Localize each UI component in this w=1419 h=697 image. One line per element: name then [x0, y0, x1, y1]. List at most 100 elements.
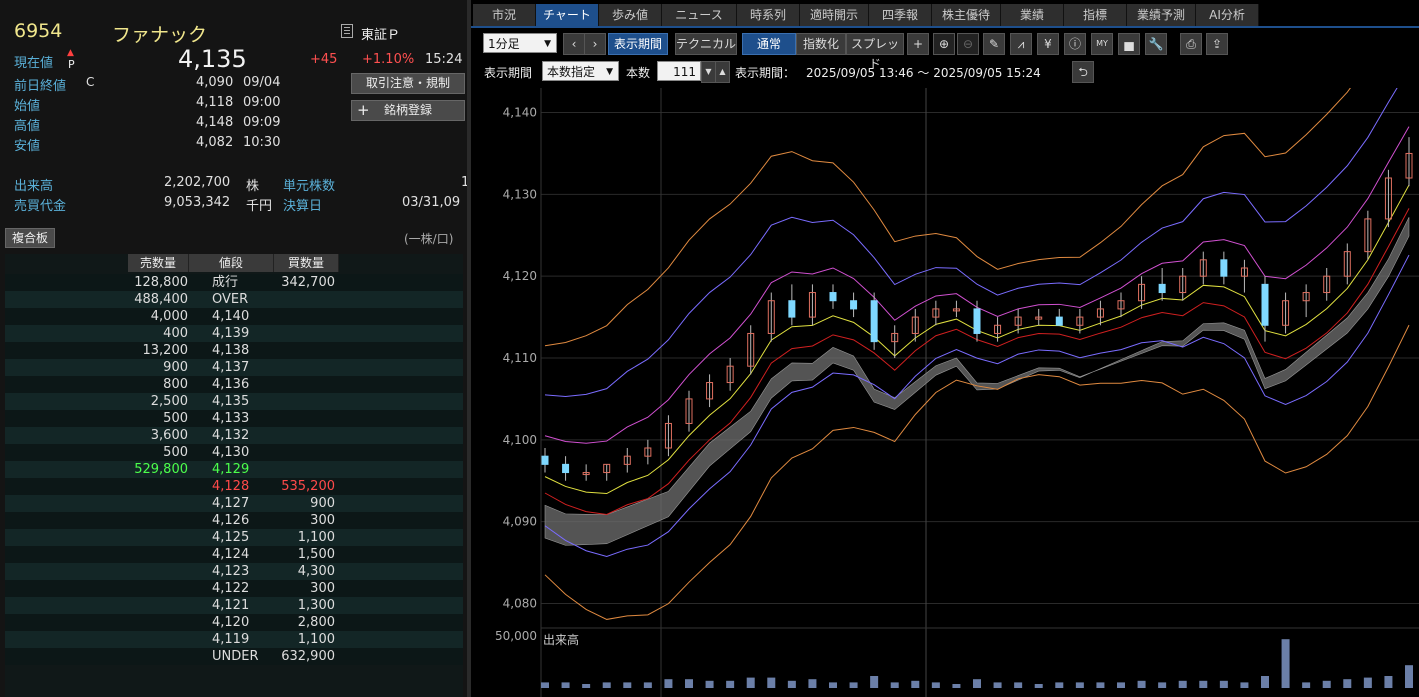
document-icon[interactable] [341, 24, 353, 38]
tab-0[interactable]: 市況 [473, 4, 536, 26]
order-book-row[interactable]: 4,120 2,800 [5, 614, 463, 631]
order-book-row[interactable]: 529,800 4,129 [5, 461, 463, 478]
low-time: 10:30 [243, 135, 281, 150]
order-book-row[interactable]: 13,200 4,138 [5, 342, 463, 359]
yen-icon[interactable]: ¥ [1037, 33, 1059, 55]
order-book-row[interactable]: 4,128 535,200 [5, 478, 463, 495]
sell-qty: 900 [163, 360, 188, 375]
count-down-icon[interactable]: ▼ [701, 61, 716, 83]
order-book-row[interactable]: 4,000 4,140 [5, 308, 463, 325]
order-book-row[interactable]: 4,127 900 [5, 495, 463, 512]
info-icon[interactable]: ⓘ [1064, 33, 1086, 55]
volume-bar [1384, 676, 1393, 688]
chevron-down-icon: ▼ [544, 39, 551, 49]
price-change-pct: +1.10% [362, 52, 415, 67]
count-up-icon[interactable]: ▲ [715, 61, 730, 83]
volume-bar [1219, 680, 1228, 688]
print-icon[interactable]: ⎙ [1180, 33, 1202, 55]
caution-button[interactable]: 取引注意・規制 [351, 73, 465, 94]
price-header: 値段 [189, 254, 274, 272]
crosshair-icon[interactable]: + [907, 33, 929, 55]
tab-4[interactable]: 時系列 [737, 4, 800, 26]
prev-close-label: 前日終値 [14, 79, 67, 94]
candle-body [788, 300, 796, 318]
count-label: 本数 [626, 66, 651, 80]
tab-8[interactable]: 業績 [1001, 4, 1064, 26]
order-book-row[interactable]: 4,121 1,300 [5, 597, 463, 614]
order-book-row[interactable]: 500 4,130 [5, 444, 463, 461]
order-book-row[interactable]: 800 4,136 [5, 376, 463, 393]
candle-body [1055, 316, 1063, 326]
order-book-row[interactable]: 500 4,133 [5, 410, 463, 427]
order-book-row[interactable]: 488,400 OVER [5, 291, 463, 308]
volume-bar [870, 676, 879, 688]
open-price: 4,118 [196, 95, 234, 110]
settle-label: 決算日 [283, 199, 323, 214]
next-arrow-icon[interactable]: › [584, 33, 606, 55]
interval-select[interactable]: 1分足 ▼ [483, 33, 557, 53]
tab-5[interactable]: 適時開示 [800, 4, 869, 26]
register-button[interactable]: + 銘柄登録 [351, 100, 465, 121]
volume-bar [1343, 679, 1352, 688]
wrench-icon[interactable]: 🔧 [1145, 33, 1167, 55]
prev-arrow-icon[interactable]: ‹ [563, 33, 585, 55]
order-book-row[interactable]: 4,125 1,100 [5, 529, 463, 546]
chevron-down-icon: ▼ [606, 67, 613, 77]
board-button[interactable]: 複合板 [5, 228, 55, 248]
order-book-row[interactable]: 900 4,137 [5, 359, 463, 376]
tab-3[interactable]: ニュース [662, 4, 737, 26]
normal-button[interactable]: 通常 [742, 33, 796, 55]
tab-7[interactable]: 株主優待 [932, 4, 1001, 26]
tab-1[interactable]: チャート [536, 4, 599, 26]
price-level: 4,125 [212, 530, 250, 545]
period-button[interactable]: 表示期間 [608, 33, 668, 55]
index-button[interactable]: 指数化 [796, 33, 846, 55]
order-book-row[interactable]: 4,123 4,300 [5, 563, 463, 580]
export-icon[interactable]: ⇪ [1206, 33, 1228, 55]
price-level: 4,120 [212, 615, 250, 630]
technical-button[interactable]: テクニカル [675, 33, 737, 55]
volume-bar [623, 682, 632, 688]
volume-profile-icon[interactable]: ▅ [1118, 33, 1140, 55]
buy-qty: 2,800 [297, 615, 335, 630]
open-time: 09:00 [243, 95, 281, 110]
order-book-row[interactable]: 4,126 300 [5, 512, 463, 529]
pencil-icon[interactable]: ✎ [983, 33, 1005, 55]
price-level: 4,127 [212, 496, 250, 511]
my-indicator-icon[interactable]: MY [1091, 33, 1113, 55]
unit-label: 単元株数 [283, 179, 336, 194]
tab-6[interactable]: 四季報 [869, 4, 932, 26]
order-book-row[interactable]: 400 4,139 [5, 325, 463, 342]
volume-bar [1281, 639, 1290, 688]
volume-bar [787, 680, 796, 688]
low-price: 4,082 [196, 135, 234, 150]
tab-10[interactable]: 業績予測 [1127, 4, 1196, 26]
count-input[interactable]: 111 [657, 61, 701, 81]
reset-icon[interactable]: ⮌ [1072, 61, 1094, 83]
order-book-row[interactable]: 4,119 1,100 [5, 631, 463, 648]
price-chart[interactable]: 4,140 4,130 4,120 4,110 4,100 4,090 4,080 50,00… [471, 88, 1419, 697]
order-book-row[interactable]: 4,124 1,500 [5, 546, 463, 563]
order-book-row[interactable]: 4,122 300 [5, 580, 463, 597]
volume-bar [1034, 684, 1043, 688]
period-mode-select[interactable]: 本数指定 ▼ [542, 61, 619, 81]
sell-qty: 500 [163, 411, 188, 426]
interval-value: 1分足 [488, 37, 520, 51]
tab-11[interactable]: AI分析 [1196, 4, 1259, 26]
tab-9[interactable]: 指標 [1064, 4, 1127, 26]
trend-icon[interactable]: ⩘ [1010, 33, 1032, 55]
zoom-out-icon[interactable]: ⊖ [957, 33, 979, 55]
y-tick-label: 4,110 [503, 351, 537, 365]
candle-body [829, 292, 837, 302]
spread-button[interactable]: スプレッド [846, 33, 904, 71]
order-book-row[interactable]: UNDER 632,900 [5, 648, 463, 665]
zoom-in-icon[interactable]: ⊕ [933, 33, 955, 55]
buy-qty: 900 [310, 496, 335, 511]
volume-bar [1322, 680, 1331, 688]
order-book-row[interactable]: 2,500 4,135 [5, 393, 463, 410]
tab-underline [471, 26, 1419, 28]
tab-2[interactable]: 歩み値 [599, 4, 662, 26]
order-book-row[interactable]: 128,800 成行 342,700 [5, 274, 463, 291]
volume-bar [808, 679, 817, 688]
order-book-row[interactable]: 3,600 4,132 [5, 427, 463, 444]
